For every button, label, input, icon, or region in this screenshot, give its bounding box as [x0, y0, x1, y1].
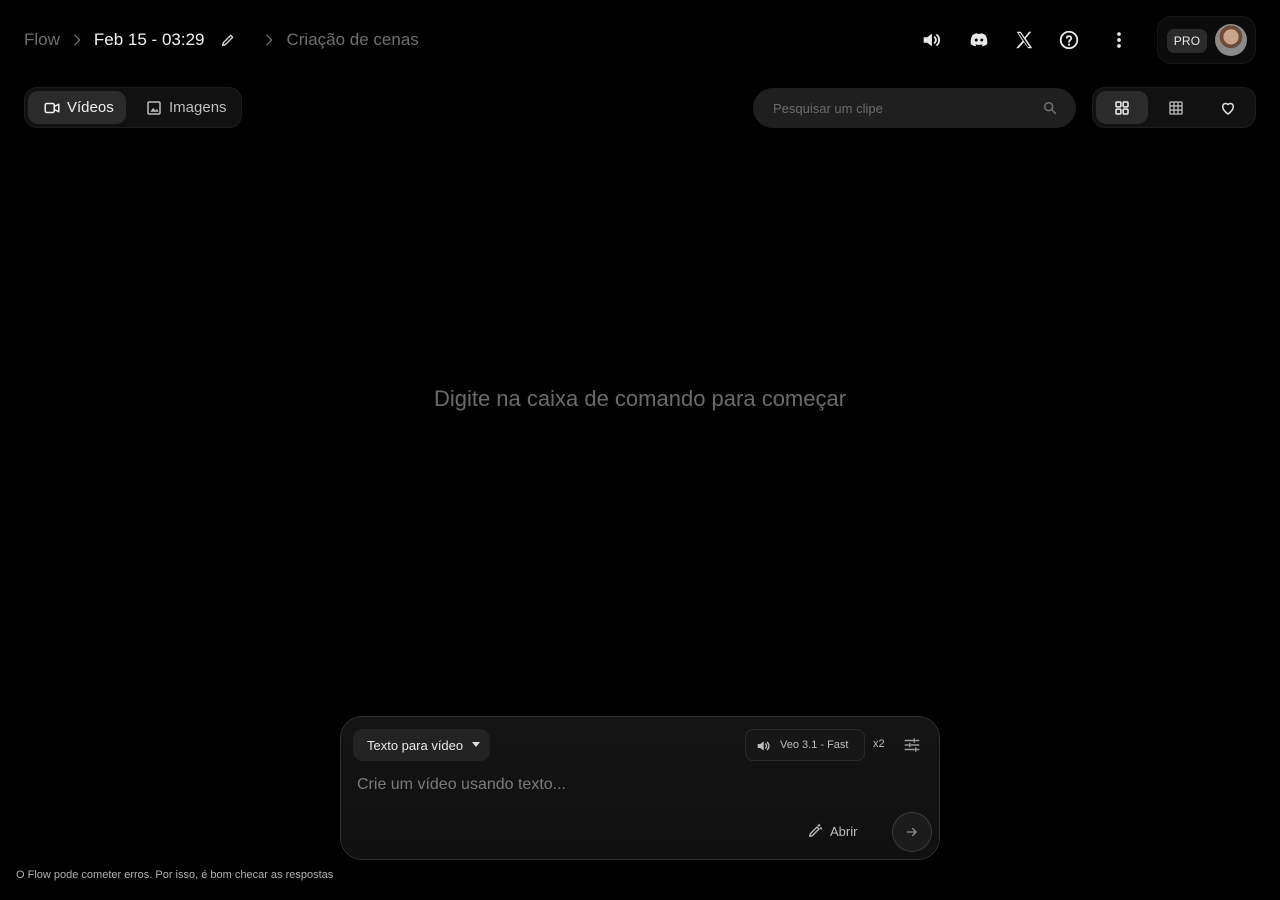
breadcrumb: Flow Feb 15 - 03:29 Criação de cenas: [24, 27, 419, 53]
mode-dropdown[interactable]: Texto para vídeo: [353, 729, 490, 761]
prompt-composer: Texto para vídeo Veo 3.1 - Fast x2 Abrir: [340, 716, 940, 860]
tab-videos-label: Vídeos: [67, 99, 114, 116]
flow-page: Flow Feb 15 - 03:29 Criação de cenas PRO…: [0, 0, 1280, 900]
mode-dropdown-label: Texto para vídeo: [367, 737, 464, 753]
breadcrumb-root-link[interactable]: Flow: [24, 30, 60, 50]
discord-icon[interactable]: [963, 24, 995, 56]
tune-settings-icon[interactable]: [903, 736, 921, 754]
breadcrumb-section-link[interactable]: Criação de cenas: [286, 30, 418, 50]
model-label: Veo 3.1 - Fast: [780, 739, 849, 751]
tab-images-label: Imagens: [169, 99, 227, 116]
speaker-icon: [757, 741, 770, 751]
search-input[interactable]: [753, 88, 1076, 128]
caret-down-icon: [472, 742, 480, 747]
grid-small-view-button[interactable]: [1150, 91, 1202, 124]
image-icon: [147, 100, 161, 115]
account-menu[interactable]: PRO: [1157, 16, 1256, 64]
favorites-view-button[interactable]: [1202, 91, 1254, 124]
empty-state-message: Digite na caixa de comando para começar: [433, 386, 847, 411]
output-count[interactable]: x2: [873, 738, 885, 750]
tab-images[interactable]: Imagens: [131, 91, 239, 124]
x-icon[interactable]: [1008, 24, 1040, 56]
top-bar: Flow Feb 15 - 03:29 Criação de cenas PRO: [0, 0, 1280, 80]
chevron-right-icon: [252, 32, 286, 48]
speaker-icon[interactable]: [915, 24, 947, 56]
help-icon[interactable]: [1053, 24, 1085, 56]
grid-large-view-button[interactable]: [1096, 91, 1148, 124]
search-icon[interactable]: [1042, 100, 1058, 116]
grid-large-icon: [1115, 100, 1129, 115]
tab-videos[interactable]: Vídeos: [28, 91, 126, 124]
heart-icon: [1222, 102, 1234, 115]
more-vert-icon[interactable]: [1103, 24, 1135, 56]
grid-small-icon: [1169, 100, 1183, 115]
arrow-right-icon: [906, 827, 917, 837]
prompt-input[interactable]: [355, 773, 915, 797]
open-button-label: Abrir: [830, 823, 858, 839]
chevron-right-icon: [60, 32, 94, 48]
avatar[interactable]: [1215, 24, 1247, 56]
pro-badge: PRO: [1167, 29, 1207, 53]
search-box: [753, 88, 1076, 128]
model-selector-button[interactable]: Veo 3.1 - Fast: [745, 729, 865, 761]
breadcrumb-project-title: Feb 15 - 03:29: [93, 30, 205, 49]
magic-wand-icon: [809, 823, 823, 837]
open-button[interactable]: Abrir: [807, 821, 857, 841]
send-button[interactable]: [892, 812, 932, 852]
disclaimer-text: O Flow pode cometer erros. Por isso, é b…: [16, 869, 334, 881]
view-toggle-group: [1092, 87, 1256, 128]
edit-pencil-icon[interactable]: [220, 32, 236, 48]
media-type-tabs: Vídeos Imagens: [24, 87, 242, 128]
videocam-icon: [44, 102, 60, 113]
